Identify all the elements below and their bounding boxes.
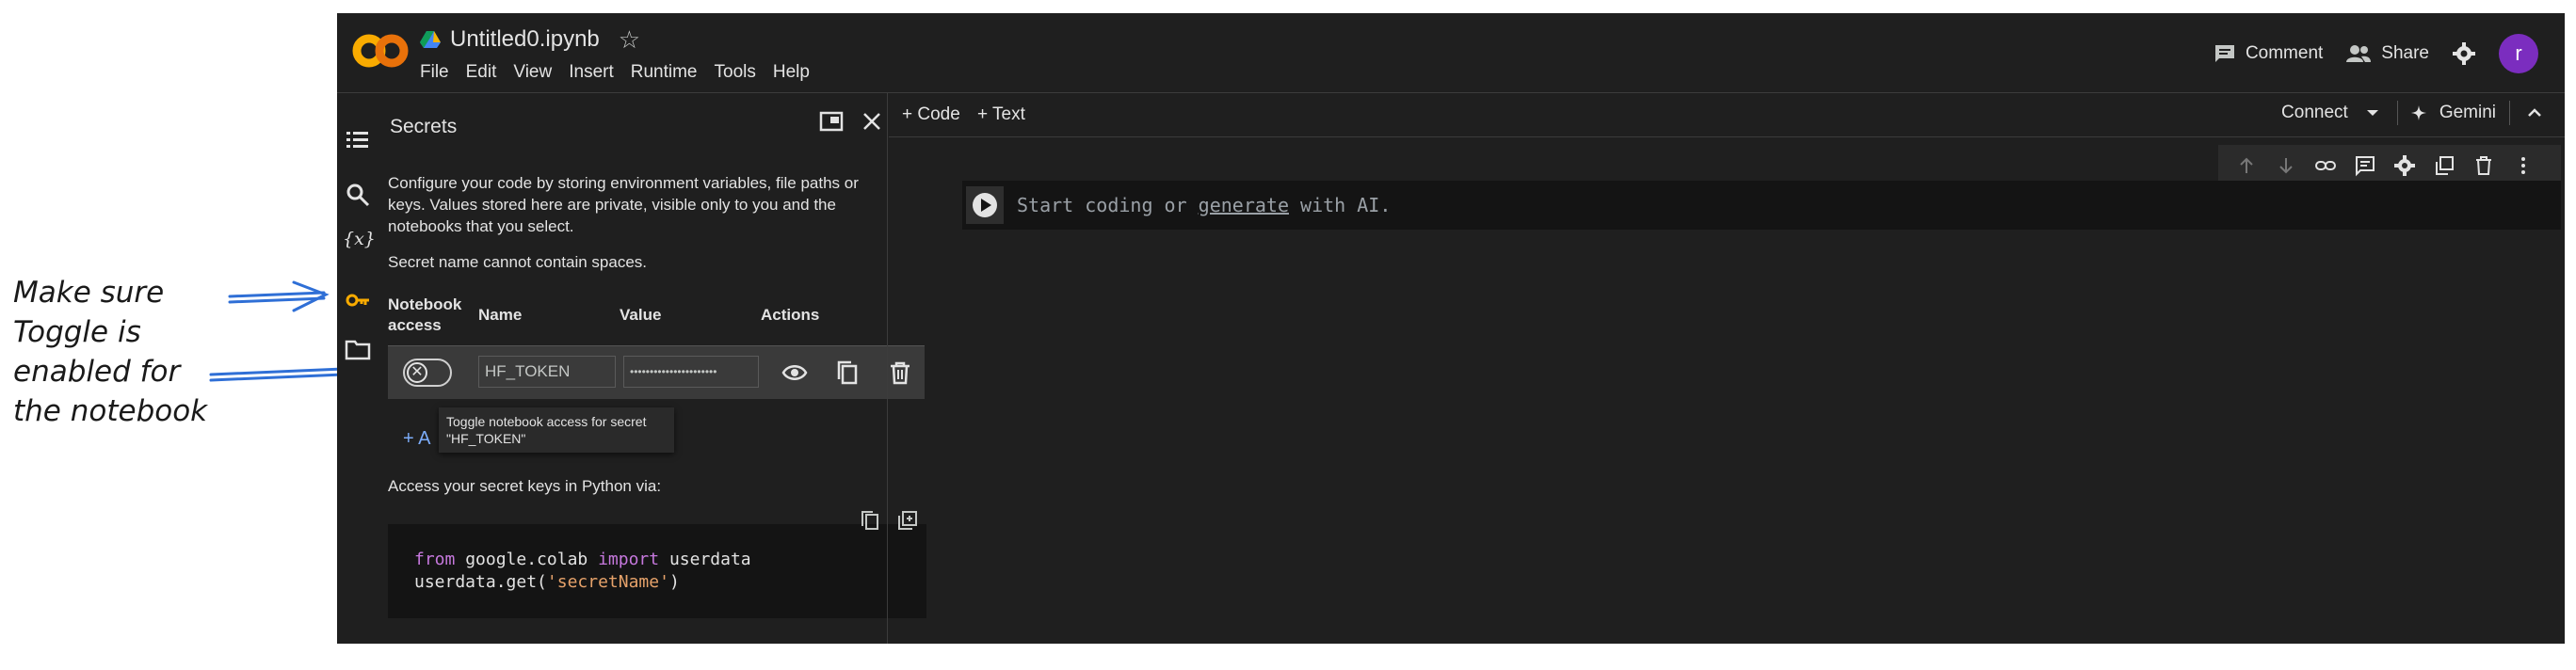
mirror-cell-icon[interactable]: [2433, 154, 2455, 177]
copy-code-icon[interactable]: [859, 509, 881, 532]
code-string: 'secretName': [546, 572, 669, 592]
menu-runtime[interactable]: Runtime: [631, 62, 698, 83]
toolbar-separator: [2396, 101, 2398, 125]
menu-file[interactable]: File: [420, 62, 449, 83]
svg-text:{x}: {x}: [343, 229, 374, 249]
arrow-to-secrets-icon: [228, 291, 326, 298]
add-new-secret-button[interactable]: + A: [403, 428, 430, 450]
code-cell[interactable]: Start coding or generate with AI.: [962, 181, 2561, 230]
menu-tools[interactable]: Tools: [715, 62, 756, 83]
panel-divider: [887, 93, 888, 644]
menu-bar: File Edit View Insert Runtime Tools Help: [420, 62, 810, 83]
secrets-key-icon[interactable]: [345, 287, 371, 313]
secrets-panel: Secrets Configure your code by storing e…: [378, 93, 926, 644]
avatar[interactable]: r: [2499, 34, 2538, 73]
copy-icon[interactable]: [834, 359, 861, 386]
placeholder-text: with AI.: [1288, 194, 1392, 216]
comment-label: Comment: [2245, 43, 2324, 63]
secrets-description: Configure your code by storing environme…: [388, 174, 859, 235]
google-drive-icon: [420, 31, 441, 48]
annotation-arrows: [209, 280, 394, 388]
delete-cell-trash-icon[interactable]: [2472, 154, 2495, 177]
notebook-toolbar: + Code + Text Connect Gemini: [889, 93, 2565, 137]
secret-name-field[interactable]: HF_TOKEN: [478, 356, 616, 388]
menu-help[interactable]: Help: [773, 62, 810, 83]
cell-settings-gear-icon[interactable]: [2393, 154, 2416, 177]
files-folder-icon[interactable]: [345, 336, 371, 362]
add-text-button[interactable]: + Text: [977, 104, 1025, 125]
placeholder-text: Start coding or: [1017, 194, 1199, 216]
variables-icon[interactable]: {x}: [342, 225, 374, 251]
code-text: from google.colab import userdata userda…: [414, 549, 751, 594]
share-people-icon: [2346, 45, 2372, 62]
access-hint: Access your secret keys in Python via:: [388, 477, 662, 495]
close-icon[interactable]: [861, 110, 883, 133]
code-token: userdata.get(: [414, 572, 547, 592]
code-token: ): [668, 572, 680, 592]
col-actions: Actions: [761, 306, 820, 324]
col-notebook-access: Notebook access: [388, 295, 462, 334]
menu-view[interactable]: View: [513, 62, 552, 83]
runtime-controls: Connect Gemini: [2281, 101, 2546, 125]
toolbar-separator: [2509, 101, 2510, 125]
collapse-chevron-up-icon[interactable]: [2523, 102, 2546, 124]
toggle-tooltip: Toggle notebook access for secret "HF_TO…: [439, 407, 674, 453]
comment-icon: [2214, 45, 2234, 62]
gemini-sparkle-icon: [2410, 105, 2426, 120]
code-keyword: import: [598, 550, 660, 569]
colab-logo[interactable]: [350, 30, 411, 72]
comment-icon[interactable]: [2354, 154, 2376, 177]
delete-trash-icon[interactable]: [887, 359, 913, 386]
link-icon[interactable]: [2314, 154, 2337, 177]
col-name: Name: [478, 306, 523, 324]
notebook-access-toggle[interactable]: ✕: [403, 359, 452, 387]
show-value-eye-icon[interactable]: [781, 359, 808, 386]
move-up-arrow-icon[interactable]: [2235, 154, 2258, 177]
avatar-letter: r: [2515, 41, 2522, 65]
secret-row: ✕ HF_TOKEN ••••••••••••••••••••••: [388, 345, 925, 399]
table-of-contents-icon[interactable]: [345, 127, 371, 153]
header-actions: Comment Share r: [2214, 34, 2538, 73]
secret-value-field[interactable]: ••••••••••••••••••••••: [623, 356, 759, 388]
share-button[interactable]: Share: [2345, 43, 2429, 64]
annotation-line: the notebook: [13, 394, 208, 428]
left-icon-rail: {x}: [337, 93, 378, 644]
top-bar: Untitled0.ipynb ☆ File Edit View Insert …: [337, 13, 2565, 92]
star-icon[interactable]: ☆: [619, 25, 640, 55]
open-in-tab-icon[interactable]: [819, 110, 844, 133]
code-token: google.colab: [455, 550, 599, 569]
add-code-button[interactable]: + Code: [902, 104, 960, 125]
run-cell-play-icon[interactable]: [966, 186, 1004, 224]
more-options-icon[interactable]: [2512, 154, 2535, 177]
title-area: Untitled0.ipynb ☆ File Edit View Insert …: [420, 23, 810, 83]
colab-window: Untitled0.ipynb ☆ File Edit View Insert …: [337, 13, 2565, 644]
toggle-off-x-icon: ✕: [407, 362, 427, 383]
code-keyword: from: [414, 550, 456, 569]
secret-name-rule: Secret name cannot contain spaces.: [388, 253, 647, 271]
notebook-title[interactable]: Untitled0.ipynb: [450, 26, 600, 53]
comment-button[interactable]: Comment: [2214, 43, 2323, 64]
menu-edit[interactable]: Edit: [466, 62, 497, 83]
connect-button[interactable]: Connect: [2281, 103, 2348, 123]
connect-dropdown-chevron-down-icon[interactable]: [2361, 102, 2384, 124]
generate-link[interactable]: generate: [1199, 194, 1289, 216]
insert-code-icon[interactable]: [896, 509, 919, 532]
cell-placeholder: Start coding or generate with AI.: [1017, 194, 1391, 216]
code-snippet: from google.colab import userdata userda…: [388, 511, 926, 618]
code-token: userdata: [659, 550, 751, 569]
share-label: Share: [2381, 43, 2429, 63]
settings-gear-icon[interactable]: [2452, 41, 2476, 66]
gemini-button[interactable]: Gemini: [2439, 103, 2496, 123]
panel-title: Secrets: [390, 116, 458, 137]
move-down-arrow-icon[interactable]: [2275, 154, 2297, 177]
code-actions: [859, 509, 919, 532]
menu-insert[interactable]: Insert: [569, 62, 614, 83]
col-value: Value: [620, 306, 662, 324]
panel-actions: [819, 110, 883, 133]
search-icon[interactable]: [345, 182, 371, 208]
